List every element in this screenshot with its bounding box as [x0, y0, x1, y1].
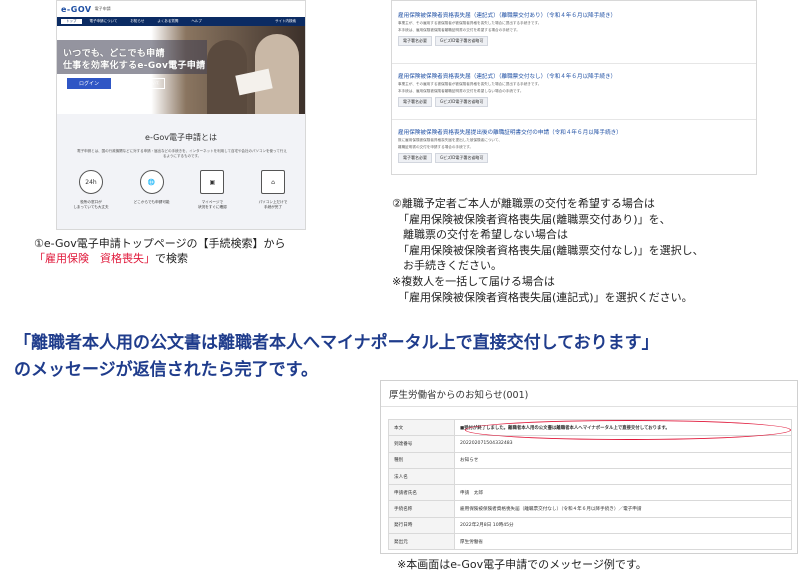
feature-item: 24h 役所の窓口が しまっていても大丈夫 [63, 170, 119, 210]
procedure-title-link[interactable]: 雇用保険被保険者資格喪失届（連記式）（離職票交付なし）（令和４年６月以降手続き） [398, 72, 750, 80]
procedure-description: 事業主が、その雇用する被保険者が被保険者資格を喪失した場合に提出する手続きです。 [398, 21, 542, 25]
procedure-title-link[interactable]: 雇用保険被保険者資格喪失届提出後の離職証明書交付の申請（令和４年６月以降手続き） [398, 128, 750, 136]
hero-banner: いつでも、どこでも申請 仕事を効率化するe-Gov電子申請 ログイン e-Gov… [57, 26, 305, 114]
procedure-description: 既に雇用保険被保険者資格喪失届を提出した被保険者について、 [398, 138, 502, 142]
caption-step-1-line2: 「雇用保険 資格喪失」で検索 [34, 251, 286, 266]
clock-24h-icon: 24h [79, 170, 103, 194]
row-key: 法人名 [388, 467, 455, 486]
egov-top-page-screenshot: e-GOV 電子申請 トップ 電子申請について お知らせ よくある質問 ヘルプ … [56, 0, 306, 230]
feature-label: パソコン上だけで 手続が完了 [258, 200, 288, 209]
row-value: 厚生労働省 [454, 533, 792, 551]
section-title: e-Gov電子申請とは [145, 133, 217, 142]
procedure-description: 本手続は、雇用保険被保険者離職証明書の交付を希望しない場合の手続です。 [398, 89, 524, 93]
section-description: 電子申請とは、国の行政機関などに対する申請・届出などの手続きを、インターネットを… [77, 149, 287, 158]
globe-icon: 🌐 [139, 170, 164, 194]
feature-item: 🌐 どこからでも申請可能 [124, 170, 180, 210]
row-key: 到達番号 [388, 435, 455, 453]
table-row: 手続名称 雇用保険被保険者資格喪失届（離職票交付なし）（令和４年６月以降手続き）／… [388, 500, 792, 518]
caption-screen-example-note: ※本画面はe-Gov電子申請でのメッセージ例です。 [397, 558, 647, 571]
profile-screen-icon: ▣ [200, 170, 225, 194]
completion-message: 「離職者本人用の公文書は離職者本人へマイナポータル上で直接交付しております」 の… [14, 330, 659, 384]
signature-required-badge: 電子署名必要 [398, 153, 432, 163]
procedure-description: 事業主が、その雇用する被保険者が被保険者資格を喪失した場合に提出する手続きです。 [398, 82, 542, 86]
caption-step-2-line: お手続きください。 [403, 259, 502, 273]
row-value: 雇用保険被保険者資格喪失届（離職票交付なし）（令和４年６月以降手続き）／電子申請 [454, 500, 792, 518]
notification-title: 厚生労働省からのお知らせ(001) [381, 381, 797, 407]
about-button[interactable]: e-Gov電子申請について [115, 78, 165, 89]
search-keyword-highlight: 「雇用保険 資格喪失」 [34, 252, 155, 265]
about-section: e-Gov電子申請とは 電子申請とは、国の行政機関などに対する申請・届出などの手… [57, 114, 305, 229]
row-value: 申請 太郎 [454, 484, 792, 502]
feature-list: 24h 役所の窓口が しまっていても大丈夫 🌐 どこからでも申請可能 ▣ マイペ… [63, 170, 301, 210]
feature-label: マイページで 状況をすぐに確認 [197, 200, 227, 209]
table-row: 申請者氏名 申請 太郎 [388, 484, 792, 502]
row-key: 申請者氏名 [388, 484, 455, 502]
row-key: 本文 [388, 418, 455, 437]
gbiz-signature-optional-badge: GビズID電子署名省略可 [435, 36, 489, 46]
nav-item-faq[interactable]: よくある質問 [152, 19, 183, 24]
procedure-search-results-screenshot: 雇用保険被保険者資格喪失届（連記式）（離職票交付あり）（令和４年６月以降手続き）… [391, 0, 757, 175]
egov-logo-sub: 電子申請 [94, 6, 111, 11]
egov-header: e-GOV 電子申請 [57, 1, 305, 17]
row-value: 2022年2月8日 10時45分 [454, 516, 792, 535]
caption-step-2-line: ②離職予定者ご本人が離職票の交付を希望する場合は [392, 197, 655, 210]
nav-item-about[interactable]: 電子申請について [85, 19, 123, 24]
caption-step-2-line: 離職票の交付を希望しない場合は [403, 228, 568, 242]
row-key: 種別 [388, 451, 455, 469]
caption-step-2-line: ※複数人を一括して届ける場合は [392, 274, 555, 288]
feature-label: 役所の窓口が しまっていても大丈夫 [73, 200, 109, 209]
row-value [454, 467, 792, 486]
caption-step-1: ①e-Gov電子申請トップページの【手続検索】から 「雇用保険 資格喪失」で検索 [34, 236, 286, 266]
row-key: 発出元 [388, 533, 455, 551]
caption-step-2: ②離職予定者ご本人が離職票の交付を希望する場合は 「雇用保険被保険者資格喪失届(… [392, 196, 704, 305]
feature-item: ▣ マイページで 状況をすぐに確認 [184, 170, 240, 210]
login-button[interactable]: ログイン [67, 78, 111, 89]
egov-logo[interactable]: e-GOV [61, 5, 92, 14]
signature-required-badge: 電子署名必要 [398, 97, 432, 107]
table-row: 種別 お知らせ [388, 451, 792, 469]
table-row: 法人名 [388, 467, 792, 486]
gbiz-signature-optional-badge: GビズID電子署名省略可 [435, 153, 489, 163]
nav-item-news[interactable]: お知らせ [125, 19, 149, 24]
caption-step-1-line1: ①e-Gov電子申請トップページの【手続検索】から [34, 237, 286, 250]
procedure-item[interactable]: 雇用保険被保険者資格喪失届提出後の離職証明書交付の申請（令和４年６月以降手続き）… [392, 119, 756, 163]
notification-message-screenshot: 厚生労働省からのお知らせ(001) 本文 ■受付が終了しました。離職者本人用の公文… [380, 380, 798, 554]
computer-home-icon: ⌂ [260, 170, 285, 194]
highlight-oval [465, 420, 791, 440]
gbiz-signature-optional-badge: GビズID電子署名省略可 [435, 97, 489, 107]
nav-site-search[interactable]: サイト内検索 [270, 19, 301, 24]
procedure-title-link[interactable]: 雇用保険被保険者資格喪失届（連記式）（離職票交付あり）（令和４年６月以降手続き） [398, 11, 750, 19]
procedure-item[interactable]: 雇用保険被保険者資格喪失届（連記式）（離職票交付あり）（令和４年６月以降手続き）… [392, 11, 756, 46]
caption-step-2-line: 「雇用保険被保険者資格喪失届(連記式)」を選択ください。 [398, 290, 693, 304]
procedure-description: 本手続は、雇用保険被保険者離職証明書の交付を希望する場合の手続です。 [398, 28, 520, 32]
table-row: 発出元 厚生労働省 [388, 533, 792, 551]
feature-label: どこからでも申請可能 [133, 200, 170, 204]
caption-step-1-line2-rest: で検索 [155, 252, 188, 265]
caption-step-2-line: 「雇用保険被保険者資格喪失届(離職票交付なし)」を選択し、 [398, 243, 704, 257]
procedure-description: 離職証明書の交付を申請する場合の手続です。 [398, 145, 474, 149]
caption-step-2-line: 「雇用保険被保険者資格喪失届(離職票交付あり)」を、 [398, 212, 671, 226]
hero-headline-2: 仕事を効率化するe-Gov電子申請 [63, 61, 206, 71]
completion-message-line1: 「離職者本人用の公文書は離職者本人へマイナポータル上で直接交付しております」 [14, 333, 659, 353]
signature-required-badge: 電子署名必要 [398, 36, 432, 46]
table-row: 発行日時 2022年2月8日 10時45分 [388, 516, 792, 535]
row-key: 手続名称 [388, 500, 455, 518]
row-key: 発行日時 [388, 516, 455, 535]
nav-item-top[interactable]: トップ [61, 19, 82, 24]
procedure-item[interactable]: 雇用保険被保険者資格喪失届（連記式）（離職票交付なし）（令和４年６月以降手続き）… [392, 63, 756, 107]
egov-nav-bar: トップ 電子申請について お知らせ よくある質問 ヘルプ サイト内検索 [57, 17, 305, 26]
feature-item: ⌂ パソコン上だけで 手続が完了 [245, 170, 301, 210]
row-value: お知らせ [454, 451, 792, 469]
nav-item-help[interactable]: ヘルプ [186, 19, 207, 24]
